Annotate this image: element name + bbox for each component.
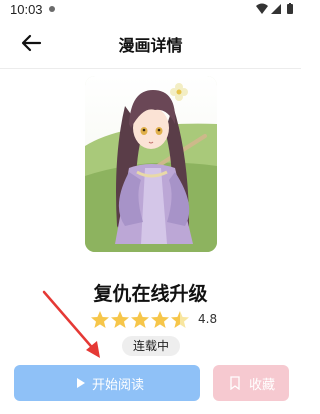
notification-dot-icon [49,6,55,12]
status-icons [256,3,293,14]
favorite-label: 收藏 [249,378,276,393]
wifi-icon [256,3,268,14]
back-button[interactable] [18,29,46,57]
signal-icon [271,4,281,14]
play-icon [77,378,85,388]
star-icon [131,311,149,328]
star-icon [151,311,169,328]
status-badge: 连载中 [122,336,180,356]
star-half-icon [171,311,189,328]
star-icon [111,311,129,328]
star-icon [91,311,109,328]
rating-value: 4.8 [198,312,218,326]
rating-row: 4.8 [90,310,220,330]
start-reading-button[interactable]: 开始阅读 [14,365,200,401]
cover-illustration [85,76,217,252]
status-time: 10:03 [10,2,43,17]
favorite-button[interactable]: 收藏 [213,365,289,401]
battery-icon [287,4,293,14]
arrow-left-icon [21,34,42,52]
comic-title: 复仇在线升级 [93,283,208,305]
status-bar: 10:03 [0,0,301,18]
comic-cover [85,76,217,252]
bookmark-icon [230,376,240,390]
app-bar: 漫画详情 [0,18,301,69]
start-reading-label: 开始阅读 [92,378,145,393]
